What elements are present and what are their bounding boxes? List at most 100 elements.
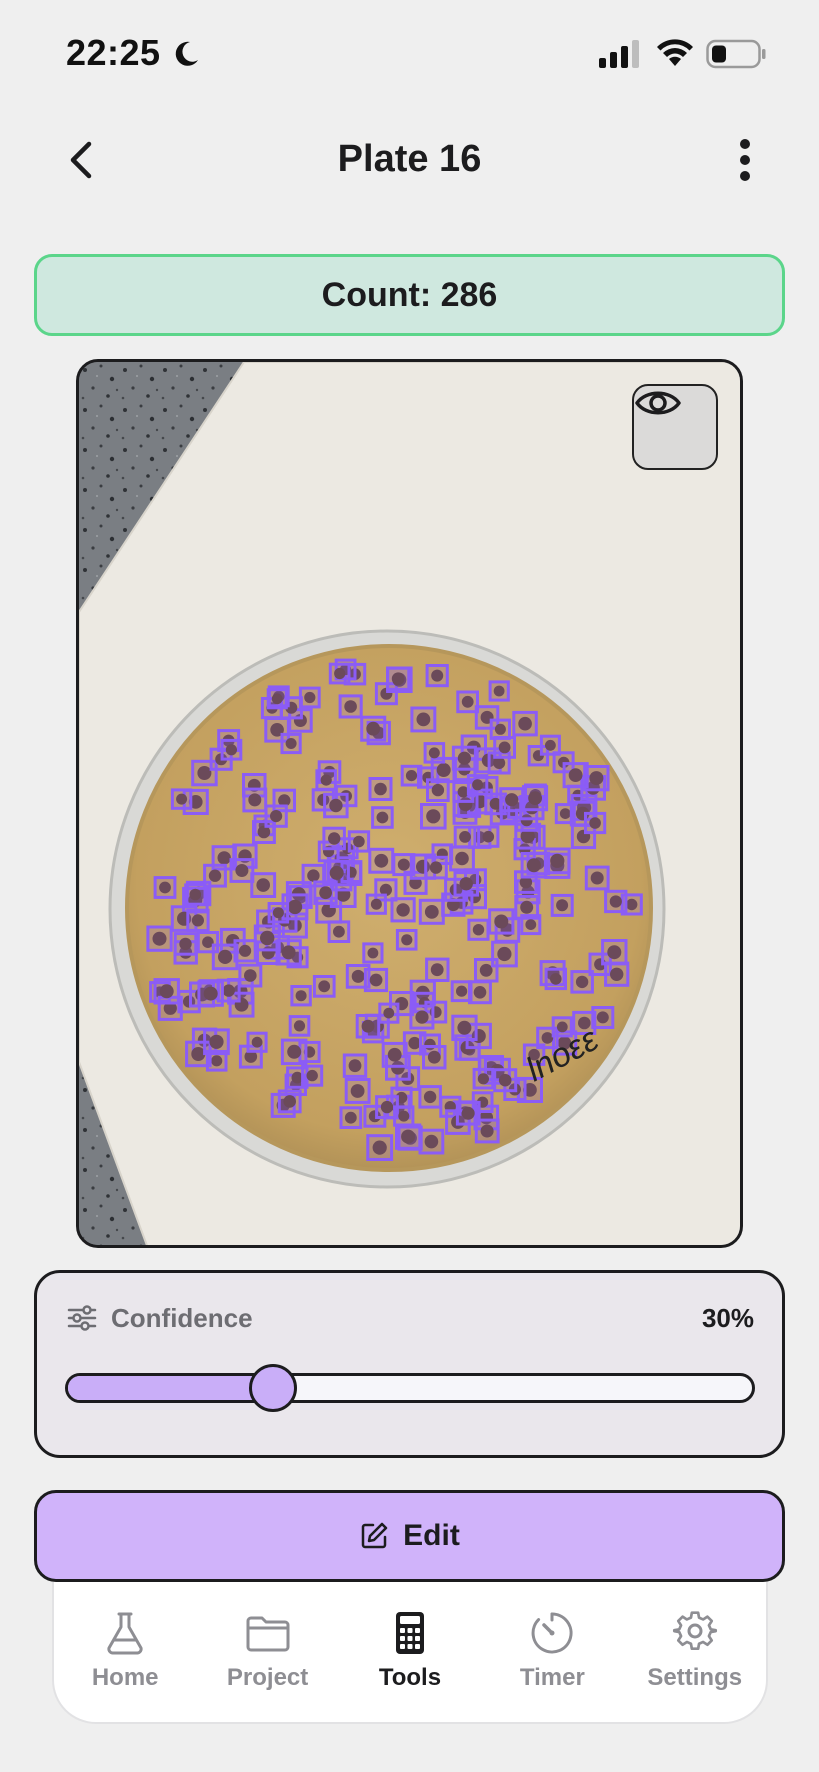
colony-dot <box>306 1069 318 1082</box>
colony-dot <box>329 865 344 880</box>
colony-dot <box>428 747 440 759</box>
colony-dot <box>550 973 562 985</box>
more-options-button[interactable] <box>720 134 770 186</box>
calculator-icon <box>395 1612 424 1654</box>
colony-dot <box>387 1047 402 1062</box>
colony-dot <box>398 1110 410 1122</box>
colony-dot <box>197 766 212 780</box>
colony-dot <box>366 721 381 736</box>
colony-dot <box>589 817 601 829</box>
colony-dot <box>416 712 431 727</box>
colony-dot <box>556 899 569 912</box>
colony-dot <box>397 858 410 871</box>
tab-label: Home <box>91 1664 159 1691</box>
colony-dot <box>344 1111 357 1124</box>
colony-dot <box>271 693 283 705</box>
colony-dot <box>217 851 231 865</box>
colony-dot <box>424 905 439 919</box>
colony-dot <box>319 886 332 900</box>
colony-dot <box>526 858 541 873</box>
folder-icon <box>246 1616 290 1652</box>
tab-timer[interactable]: Timer <box>487 1610 617 1692</box>
colony-dot <box>401 1129 416 1144</box>
colony-dot <box>179 937 192 951</box>
colony-dot <box>596 1011 609 1024</box>
colony-dot <box>607 945 622 960</box>
slider-thumb[interactable] <box>249 1364 298 1412</box>
status-bar: 22:25 <box>0 0 819 108</box>
colony-dot <box>304 691 316 704</box>
colony-dot <box>429 861 443 874</box>
confidence-slider[interactable] <box>65 1364 755 1412</box>
toggle-overlay-button[interactable] <box>632 384 718 470</box>
colony-dot <box>559 808 571 819</box>
colony-dot <box>248 793 262 807</box>
colony-dot <box>260 930 275 946</box>
colony-dot <box>222 984 235 997</box>
colony-dot <box>401 934 413 946</box>
colony-dot <box>159 984 174 999</box>
colony-dot <box>477 1073 489 1085</box>
flask-icon <box>107 1612 143 1655</box>
colony-dot <box>494 723 506 735</box>
colony-dot <box>550 853 565 868</box>
colony-dot <box>424 1134 439 1149</box>
colony-dot <box>239 944 252 957</box>
plate-image: lnoεε <box>79 362 740 1245</box>
colony-dot <box>609 895 622 908</box>
count-banner: Count: 286 <box>34 254 785 336</box>
colony-dot <box>152 931 167 946</box>
colony-dot <box>287 899 303 915</box>
edit-button[interactable]: Edit <box>34 1490 785 1582</box>
colony-dot <box>344 700 357 713</box>
edit-label: Edit <box>403 1519 460 1552</box>
colony-dot <box>568 768 583 782</box>
colony-dot <box>459 831 471 843</box>
colony-dot <box>472 779 484 791</box>
colony-dot <box>333 925 345 938</box>
colony-dot <box>208 869 222 882</box>
colony-dot <box>461 1106 475 1120</box>
colony-dot <box>480 1124 494 1138</box>
colony-dot <box>405 770 418 782</box>
colony-dot <box>283 1095 296 1108</box>
colony-dot <box>426 809 441 824</box>
colony-dot <box>497 946 512 962</box>
colony-dot <box>203 986 218 1001</box>
colony-dot <box>431 783 445 797</box>
tab-label: Project <box>226 1664 309 1691</box>
colony-dot <box>225 744 237 756</box>
colony-dot <box>348 1059 362 1073</box>
eye-icon <box>635 391 681 415</box>
colony-dot <box>369 973 383 987</box>
more-vertical-icon <box>740 139 750 181</box>
colony-dot <box>518 716 532 731</box>
colony-dot <box>372 1140 387 1155</box>
colony-dot <box>528 791 542 805</box>
colony-dot <box>461 695 474 708</box>
colony-dot <box>270 810 283 823</box>
tab-project[interactable]: Project <box>203 1610 333 1692</box>
colony-dot <box>367 947 379 959</box>
colony-dot <box>525 919 537 930</box>
colony-dot <box>251 1036 263 1048</box>
colony-dot <box>457 751 471 765</box>
tab-settings[interactable]: Settings <box>630 1610 760 1692</box>
colony-dot <box>520 900 534 914</box>
colony-dot <box>370 898 382 910</box>
colony-dot <box>361 1019 375 1033</box>
sliders-icon <box>67 1305 97 1331</box>
timer-icon <box>531 1612 573 1654</box>
colony-dot <box>211 1055 223 1067</box>
colony-dot <box>494 914 509 929</box>
colony-dot <box>383 1007 395 1019</box>
tab-home[interactable]: Home <box>60 1610 190 1692</box>
tab-tools[interactable]: Tools <box>345 1610 475 1692</box>
colony-dot <box>329 798 343 813</box>
wifi-icon <box>657 39 693 66</box>
colony-dot <box>351 969 365 983</box>
page-title: Plate 16 <box>337 138 482 180</box>
colony-dot <box>590 871 604 885</box>
colony-dot <box>281 945 296 960</box>
status-time: 22:25 <box>66 32 161 73</box>
